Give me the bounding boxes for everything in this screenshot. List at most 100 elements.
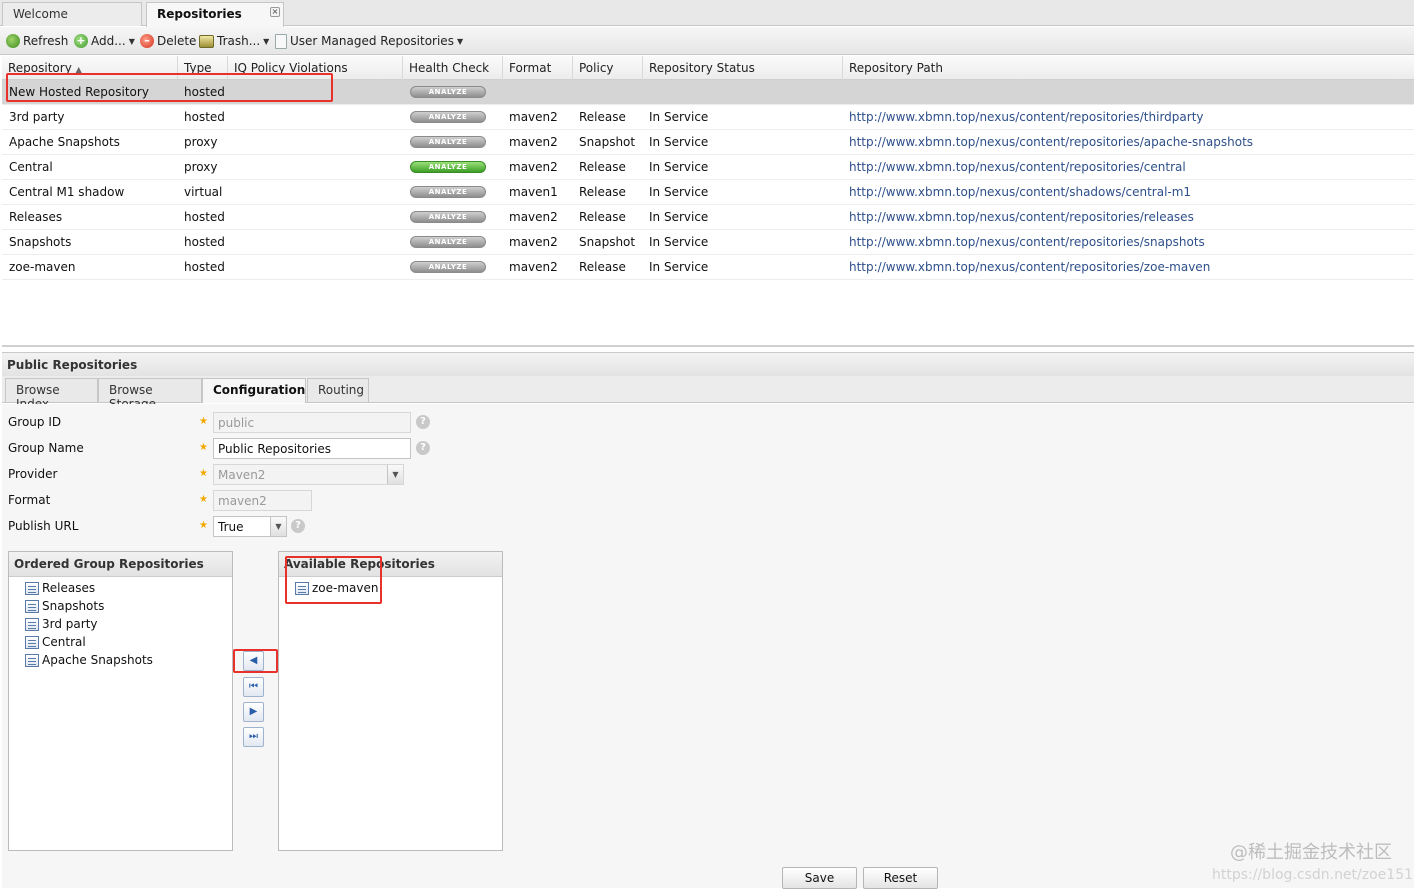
grid-splitter[interactable] (2, 345, 1414, 347)
tab-repositories[interactable]: Repositories × (146, 2, 284, 27)
trash-label: Trash... (217, 34, 261, 48)
group-name-field[interactable]: Public Repositories (213, 438, 411, 459)
tab-repositories-label: Repositories (157, 7, 242, 21)
table-row[interactable]: 3rd party hosted ANALYZE maven2 Release … (2, 105, 1414, 130)
list-item[interactable]: Releases (25, 579, 95, 597)
required-star-icon: ★ (199, 468, 208, 479)
analyze-button[interactable]: ANALYZE (410, 261, 486, 273)
refresh-icon (6, 34, 20, 48)
repository-format-cell: maven2 (509, 135, 558, 149)
highlight-box (233, 649, 278, 673)
chevron-down-icon[interactable]: ▼ (387, 465, 403, 484)
move-to-bottom-button[interactable]: ⏭ (243, 727, 264, 747)
analyze-button[interactable]: ANALYZE (410, 186, 486, 198)
add-button[interactable]: + Add... ▼ (74, 33, 135, 49)
tab-configuration[interactable]: Configuration (202, 378, 306, 403)
table-row[interactable]: Apache Snapshots proxy ANALYZE maven2 Sn… (2, 130, 1414, 155)
delete-button[interactable]: – Delete (140, 33, 196, 49)
help-icon[interactable]: ? (291, 519, 305, 533)
chevron-down-icon: ▼ (456, 36, 464, 46)
chevron-down-icon: ▼ (263, 36, 270, 46)
analyze-button[interactable]: ANALYZE (410, 136, 486, 148)
repository-path-link[interactable]: http://www.xbmn.top/nexus/content/shadow… (849, 180, 1191, 205)
repository-status-cell: In Service (649, 110, 709, 124)
add-label: Add... (91, 34, 126, 48)
refresh-button[interactable]: Refresh (6, 33, 68, 49)
list-item[interactable]: Snapshots (25, 597, 104, 615)
repository-path-link[interactable]: http://www.xbmn.top/nexus/content/reposi… (849, 255, 1210, 280)
table-row[interactable]: Central M1 shadow virtual ANALYZE maven1… (2, 180, 1414, 205)
move-right-button[interactable]: ▶ (243, 702, 264, 722)
tab-routing[interactable]: Routing (307, 378, 369, 402)
chevron-down-icon[interactable]: ▼ (270, 517, 286, 536)
column-header-health-check[interactable]: Health Check (403, 56, 503, 80)
group-id-field[interactable]: public (213, 412, 411, 433)
analyze-button[interactable]: ANALYZE (410, 111, 486, 123)
table-row[interactable]: Central proxy ANALYZE maven2 Release In … (2, 155, 1414, 180)
column-header-format[interactable]: Format (503, 56, 573, 80)
group-name-label: Group Name (8, 441, 84, 455)
help-icon[interactable]: ? (416, 415, 430, 429)
table-row[interactable]: Releases hosted ANALYZE maven2 Release I… (2, 205, 1414, 230)
repository-path-link[interactable]: http://www.xbmn.top/nexus/content/reposi… (849, 130, 1253, 155)
move-to-top-button[interactable]: ⏮ (243, 677, 264, 697)
panel-title: Public Repositories (2, 352, 1414, 376)
trash-button[interactable]: Trash... ▼ (199, 33, 269, 49)
close-icon[interactable]: × (270, 7, 280, 17)
repositories-toolbar: Refresh + Add... ▼ – Delete Trash... ▼ U… (0, 27, 1414, 55)
repository-path-link[interactable]: http://www.xbmn.top/nexus/content/reposi… (849, 205, 1194, 230)
column-header-label: Repository Path (849, 61, 943, 75)
ordered-group-repositories-list[interactable]: Ordered Group Repositories Releases Snap… (8, 551, 233, 851)
repository-path-link[interactable]: http://www.xbmn.top/nexus/content/reposi… (849, 155, 1186, 180)
table-row[interactable]: Snapshots hosted ANALYZE maven2 Snapshot… (2, 230, 1414, 255)
repository-format-cell: maven2 (509, 260, 558, 274)
save-button[interactable]: Save (782, 867, 857, 889)
list-item[interactable]: 3rd party (25, 615, 98, 633)
repository-name-cell: Central (9, 160, 53, 174)
refresh-label: Refresh (23, 34, 69, 48)
arrow-right-icon: ▶ (249, 706, 258, 717)
column-header-status[interactable]: Repository Status (643, 56, 843, 80)
analyze-button[interactable]: ANALYZE (410, 236, 486, 248)
publish-url-select[interactable]: True ▼ (213, 516, 287, 537)
provider-value: Maven2 (218, 468, 266, 482)
repository-format-cell: maven2 (509, 235, 558, 249)
analyze-button[interactable]: ANALYZE (410, 161, 486, 173)
repository-format-cell: maven2 (509, 210, 558, 224)
document-icon (275, 33, 287, 49)
list-item[interactable]: Apache Snapshots (25, 651, 153, 669)
arrow-last-icon: ⏭ (249, 731, 258, 742)
publish-url-label: Publish URL (8, 519, 79, 533)
list-item-label: 3rd party (42, 617, 98, 631)
column-header-policy[interactable]: Policy (573, 56, 643, 80)
column-header-path[interactable]: Repository Path (843, 56, 1414, 80)
publish-url-value: True (218, 520, 244, 534)
list-item-label: Releases (42, 581, 96, 595)
required-star-icon: ★ (199, 416, 208, 427)
repository-name-cell: Releases (9, 210, 63, 224)
list-item-label: Central (42, 635, 86, 649)
tab-welcome[interactable]: Welcome (2, 2, 142, 26)
repository-type-cell: proxy (184, 160, 218, 174)
repository-path-link[interactable]: http://www.xbmn.top/nexus/content/reposi… (849, 105, 1204, 130)
list-item[interactable]: Central (25, 633, 86, 651)
repository-path-link[interactable]: http://www.xbmn.top/nexus/content/reposi… (849, 230, 1205, 255)
repository-name-cell: zoe-maven (9, 260, 76, 274)
user-managed-label: User Managed Repositories (290, 34, 454, 48)
tab-label: Configuration (213, 383, 306, 397)
user-managed-repositories-button[interactable]: User Managed Repositories ▼ (275, 33, 463, 49)
provider-select[interactable]: Maven2 ▼ (213, 464, 404, 485)
required-star-icon: ★ (199, 494, 208, 505)
repository-name-cell: 3rd party (9, 110, 65, 124)
tab-browse-storage[interactable]: Browse Storage (98, 378, 202, 411)
tab-browse-index[interactable]: Browse Index (5, 378, 98, 411)
help-icon[interactable]: ? (416, 441, 430, 455)
table-row[interactable]: zoe-maven hosted ANALYZE maven2 Release … (2, 255, 1414, 280)
format-field[interactable]: maven2 (213, 490, 312, 511)
column-header-label: Health Check (409, 61, 490, 75)
reset-button[interactable]: Reset (863, 867, 938, 889)
repository-icon (25, 581, 39, 595)
analyze-button[interactable]: ANALYZE (410, 86, 486, 98)
analyze-button[interactable]: ANALYZE (410, 211, 486, 223)
repository-icon (25, 617, 39, 631)
